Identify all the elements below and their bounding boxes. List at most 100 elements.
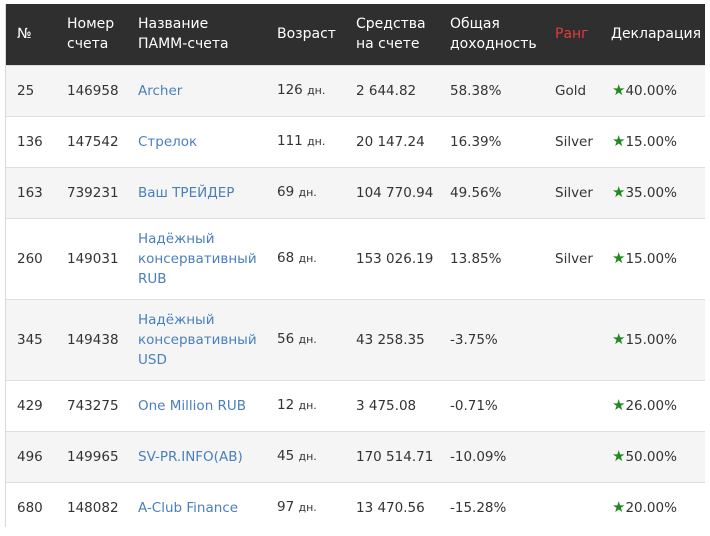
cell-age: 56 дн. — [266, 298, 345, 380]
star-icon: ★ — [612, 396, 626, 414]
header-funds[interactable]: Средства на счете — [345, 4, 439, 65]
cell-declaration: ★15.00% — [601, 298, 705, 380]
star-icon: ★ — [612, 447, 626, 465]
account-name-line: консервативный — [138, 331, 257, 348]
cell-rank — [544, 430, 601, 482]
cell-account: 739231 — [56, 166, 127, 218]
cell-yield: 13.85% — [439, 217, 544, 299]
account-name-link[interactable]: Надёжный консервативный USD — [138, 310, 266, 370]
account-name-line: Надёжный — [138, 230, 215, 247]
cell-rank: Silver — [544, 166, 601, 218]
table-row: 260 149031 Надёжный консервативный RUB 68 … — [6, 217, 705, 299]
cell-account: 149031 — [56, 217, 127, 299]
cell-yield: 49.56% — [439, 166, 544, 218]
header-age[interactable]: Возраст — [266, 4, 345, 65]
account-name-line: Надёжный — [138, 311, 215, 328]
age-value: 12 — [277, 397, 295, 413]
cell-declaration: ★15.00% — [601, 217, 705, 299]
cell-yield: 16.39% — [439, 115, 544, 167]
account-name-link[interactable]: One Million RUB — [138, 396, 266, 416]
cell-age: 69 дн. — [266, 166, 345, 218]
account-name-link[interactable]: Надёжный консервативный RUB — [138, 229, 266, 289]
age-value: 126 — [277, 82, 303, 98]
account-name-line: SV-PR.INFO(AB) — [138, 448, 243, 465]
header-name-line1: Название — [138, 16, 209, 33]
star-icon: ★ — [612, 249, 626, 267]
account-name-line: Archer — [138, 82, 183, 99]
header-account-line2: счета — [67, 36, 109, 53]
account-name-link[interactable]: Стрелок — [138, 132, 266, 152]
cell-number: 136 — [6, 115, 56, 167]
pamm-accounts-table: № Номер счета Название ПАММ-счета Возрас… — [6, 4, 705, 533]
cell-funds: 20 147.24 — [345, 115, 439, 167]
header-declaration[interactable]: Декларация — [601, 4, 705, 65]
cell-age: 111 дн. — [266, 115, 345, 167]
star-icon: ★ — [612, 81, 626, 99]
cell-declaration: ★50.00% — [601, 430, 705, 482]
cell-rank — [544, 298, 601, 380]
cell-number: 25 — [6, 64, 56, 116]
star-icon: ★ — [612, 330, 626, 348]
account-name-line: Ваш ТРЕЙДЕР — [138, 184, 235, 201]
header-yield-line1: Общая — [450, 16, 500, 33]
star-icon: ★ — [612, 183, 626, 201]
declaration-value: 26.00% — [625, 398, 677, 414]
account-name-line: USD — [138, 351, 167, 368]
star-icon: ★ — [612, 132, 626, 150]
cell-number: 260 — [6, 217, 56, 299]
table-row: 136 147542 Стрелок 111 дн. 20 147.24 16.… — [6, 115, 705, 167]
table-row: 429 743275 One Million RUB 12 дн. 3 475.… — [6, 379, 705, 431]
cell-declaration: ★26.00% — [601, 379, 705, 431]
cell-rank: Silver — [544, 115, 601, 167]
cell-age: 126 дн. — [266, 64, 345, 116]
declaration-value: 15.00% — [625, 134, 677, 150]
declaration-value: 35.00% — [625, 185, 677, 201]
table-row: 163 739231 Ваш ТРЕЙДЕР 69 дн. 104 770.94… — [6, 166, 705, 218]
account-name-line: Стрелок — [138, 133, 198, 150]
account-name-link[interactable]: Ваш ТРЕЙДЕР — [138, 183, 266, 203]
header-rank[interactable]: Ранг — [544, 4, 601, 65]
age-unit: дн. — [307, 135, 326, 148]
cell-account: 149965 — [56, 430, 127, 482]
header-funds-line2: на счете — [356, 36, 420, 53]
account-name-link[interactable]: SV-PR.INFO(AB) — [138, 447, 266, 467]
star-icon: ★ — [612, 498, 626, 516]
age-value: 68 — [277, 250, 295, 266]
header-pamm-name[interactable]: Название ПАММ-счета — [127, 4, 266, 65]
account-name-link[interactable]: Archer — [138, 81, 266, 101]
cell-age: 12 дн. — [266, 379, 345, 431]
header-account-number[interactable]: Номер счета — [56, 4, 127, 65]
cell-declaration: ★15.00% — [601, 115, 705, 167]
age-unit: дн. — [298, 186, 317, 199]
cell-rank — [544, 481, 601, 533]
cell-rank — [544, 379, 601, 431]
account-name-line: A-Club Finance — [138, 499, 239, 516]
declaration-value: 15.00% — [625, 332, 677, 348]
declaration-value: 40.00% — [625, 83, 677, 99]
cell-declaration: ★40.00% — [601, 64, 705, 116]
age-value: 111 — [277, 133, 303, 149]
declaration-value: 20.00% — [625, 500, 677, 516]
header-number[interactable]: № — [6, 4, 56, 65]
cell-age: 68 дн. — [266, 217, 345, 299]
age-unit: дн. — [298, 399, 317, 412]
cell-rank: Silver — [544, 217, 601, 299]
cell-funds: 153 026.19 — [345, 217, 439, 299]
age-unit: дн. — [298, 450, 317, 463]
age-value: 45 — [277, 448, 295, 464]
table-row: 25 146958 Archer 126 дн. 2 644.82 58.38%… — [6, 64, 705, 116]
cell-yield: 58.38% — [439, 64, 544, 116]
header-total-yield[interactable]: Общая доходность — [439, 4, 544, 65]
declaration-value: 50.00% — [625, 449, 677, 465]
age-value: 97 — [277, 499, 295, 515]
header-name-line2: ПАММ-счета — [138, 36, 229, 53]
cell-account: 743275 — [56, 379, 127, 431]
declaration-value: 15.00% — [625, 251, 677, 267]
table-row: 345 149438 Надёжный консервативный USD 56 … — [6, 298, 705, 380]
table-row: 680 148082 A-Club Finance 97 дн. 13 470.… — [6, 481, 705, 533]
header-funds-line1: Средства — [356, 16, 426, 33]
cell-funds: 104 770.94 — [345, 166, 439, 218]
account-name-link[interactable]: A-Club Finance — [138, 498, 266, 518]
cell-account: 147542 — [56, 115, 127, 167]
cell-yield: -3.75% — [439, 298, 544, 380]
